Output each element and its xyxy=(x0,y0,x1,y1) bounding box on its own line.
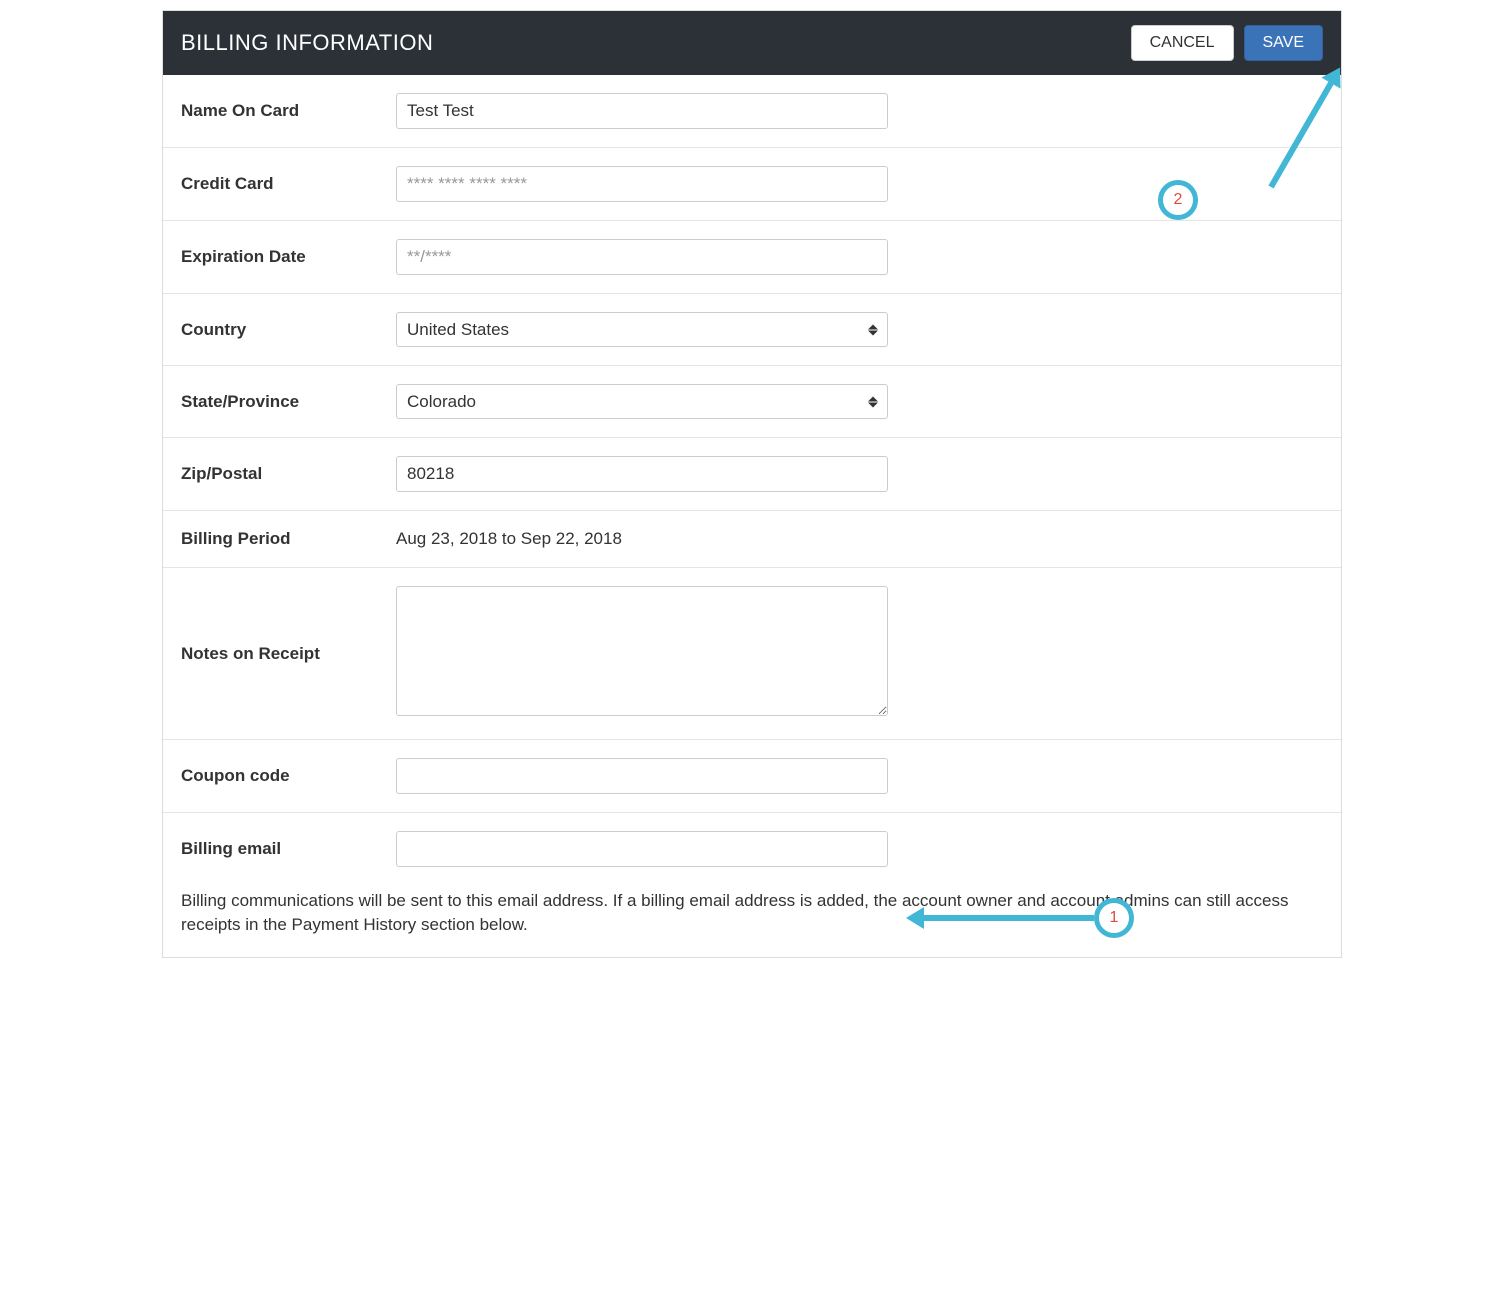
row-billing-email: Billing email xyxy=(163,813,1341,885)
label-billing-email: Billing email xyxy=(181,839,396,859)
billing-info-panel: BILLING INFORMATION CANCEL SAVE Name On … xyxy=(162,10,1342,958)
row-zip: Zip/Postal xyxy=(163,438,1341,511)
billing-period-value: Aug 23, 2018 to Sep 22, 2018 xyxy=(396,529,622,549)
name-on-card-input[interactable] xyxy=(396,93,888,129)
state-select[interactable]: Colorado xyxy=(396,384,888,419)
row-country: Country United States xyxy=(163,294,1341,366)
panel-header: BILLING INFORMATION CANCEL SAVE xyxy=(163,11,1341,75)
row-coupon: Coupon code xyxy=(163,740,1341,813)
label-country: Country xyxy=(181,320,396,340)
cancel-button[interactable]: CANCEL xyxy=(1131,25,1234,61)
expiration-input[interactable] xyxy=(396,239,888,275)
coupon-input[interactable] xyxy=(396,758,888,794)
row-name-on-card: Name On Card xyxy=(163,75,1341,148)
zip-input[interactable] xyxy=(396,456,888,492)
label-state: State/Province xyxy=(181,392,396,412)
label-credit-card: Credit Card xyxy=(181,174,396,194)
label-expiration: Expiration Date xyxy=(181,247,396,267)
header-buttons: CANCEL SAVE xyxy=(1131,25,1323,61)
save-button[interactable]: SAVE xyxy=(1244,25,1324,61)
billing-email-help-text: Billing communications will be sent to t… xyxy=(163,885,1341,957)
label-notes: Notes on Receipt xyxy=(181,644,396,664)
row-billing-period: Billing Period Aug 23, 2018 to Sep 22, 2… xyxy=(163,511,1341,568)
credit-card-input[interactable] xyxy=(396,166,888,202)
row-expiration: Expiration Date xyxy=(163,221,1341,294)
label-zip: Zip/Postal xyxy=(181,464,396,484)
row-state: State/Province Colorado xyxy=(163,366,1341,438)
label-billing-period: Billing Period xyxy=(181,529,396,549)
panel-title: BILLING INFORMATION xyxy=(181,30,433,56)
label-coupon: Coupon code xyxy=(181,766,396,786)
billing-email-input[interactable] xyxy=(396,831,888,867)
notes-textarea[interactable] xyxy=(396,586,888,716)
row-notes: Notes on Receipt xyxy=(163,568,1341,740)
country-select[interactable]: United States xyxy=(396,312,888,347)
row-credit-card: Credit Card xyxy=(163,148,1341,221)
label-name-on-card: Name On Card xyxy=(181,101,396,121)
